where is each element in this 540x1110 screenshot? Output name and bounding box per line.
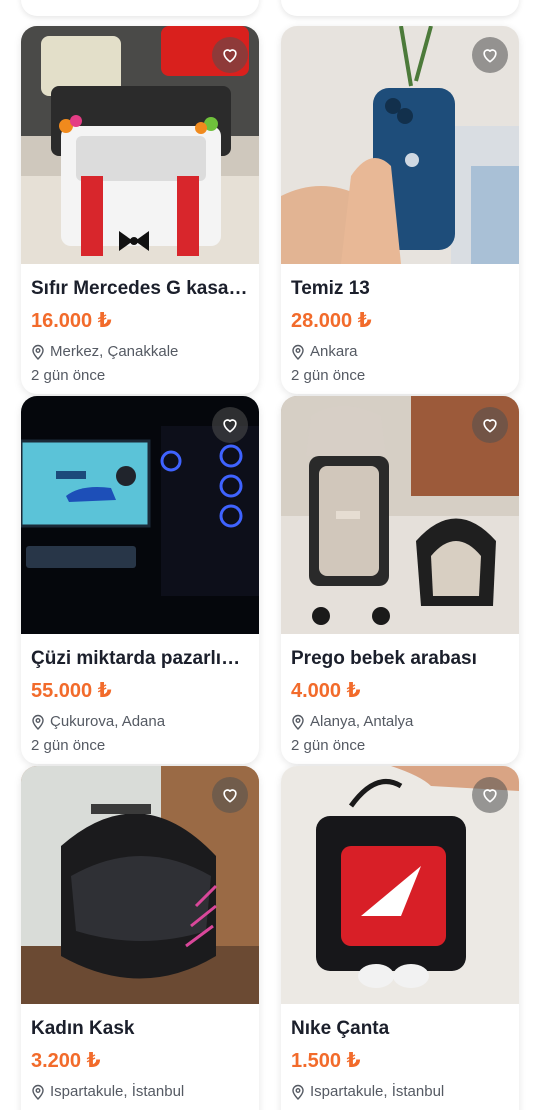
listing-location: Alanya, Antalya [291, 712, 509, 732]
favorite-button[interactable] [472, 37, 508, 73]
listing-location: Ispartakule, İstanbul [31, 1082, 249, 1102]
listing-price: 4.000 ₺ [291, 680, 361, 702]
listing-card[interactable]: Kadın Kask 3.200 ₺ Ispartakule, İstanbul [21, 766, 259, 1110]
listing-location: Çukurova, Adana [31, 712, 249, 732]
listing-card[interactable]: Nıke Çanta 1.500 ₺ Ispartakule, İstanbul [281, 766, 519, 1110]
map-pin-icon [292, 344, 304, 360]
listing-location: Ankara [291, 342, 509, 362]
heart-outline-icon [223, 789, 237, 803]
listing-grid: Sıfır Mercedes G kasa ... 16.000 ₺ Merke… [0, 0, 540, 1110]
heart-outline-icon [483, 49, 497, 63]
listing-price: 28.000 ₺ [291, 310, 372, 332]
listing-photo[interactable] [281, 396, 519, 634]
listing-photo[interactable] [21, 26, 259, 264]
previous-card-left[interactable] [21, 0, 259, 16]
location-text: Ispartakule, İstanbul [50, 1083, 185, 1100]
map-pin-icon [292, 714, 304, 730]
heart-outline-icon [223, 49, 237, 63]
location-text: Çukurova, Adana [50, 713, 166, 730]
listing-card[interactable]: Temiz 13 28.000 ₺ Ankara 2 gün önce [281, 26, 519, 394]
favorite-button[interactable] [212, 37, 248, 73]
posted-time: 2 gün önce [31, 367, 106, 384]
listing-location: Ispartakule, İstanbul [291, 1082, 509, 1102]
listing-price: 1.500 ₺ [291, 1050, 361, 1072]
favorite-button[interactable] [472, 777, 508, 813]
listing-title: Çüzi miktarda pazarlık ... [31, 648, 249, 669]
previous-card-right[interactable] [281, 0, 519, 16]
listing-photo[interactable] [21, 396, 259, 634]
location-text: Alanya, Antalya [310, 713, 414, 730]
posted-time: 2 gün önce [31, 737, 106, 754]
listing-price: 3.200 ₺ [31, 1050, 101, 1072]
listing-price: 55.000 ₺ [31, 680, 112, 702]
location-text: Merkez, Çanakkale [50, 343, 179, 360]
favorite-button[interactable] [472, 407, 508, 443]
listing-location: Merkez, Çanakkale [31, 342, 249, 362]
listing-title: Nıke Çanta [291, 1018, 390, 1039]
heart-outline-icon [483, 789, 497, 803]
listing-title: Sıfır Mercedes G kasa ... [31, 278, 249, 299]
posted-time: 2 gün önce [291, 737, 366, 754]
posted-time: 2 gün önce [291, 367, 366, 384]
heart-outline-icon [223, 419, 237, 433]
map-pin-icon [32, 344, 44, 360]
listing-title: Prego bebek arabası [291, 648, 477, 669]
listing-photo[interactable] [281, 26, 519, 264]
listing-card[interactable]: Çüzi miktarda pazarlık ... 55.000 ₺ Çuku… [21, 396, 259, 764]
favorite-button[interactable] [212, 407, 248, 443]
favorite-button[interactable] [212, 777, 248, 813]
map-pin-icon [32, 1084, 44, 1100]
heart-outline-icon [483, 419, 497, 433]
listing-photo[interactable] [281, 766, 519, 1004]
map-pin-icon [32, 714, 44, 730]
map-pin-icon [292, 1084, 304, 1100]
listing-title: Kadın Kask [31, 1018, 135, 1039]
location-text: Ispartakule, İstanbul [310, 1083, 445, 1100]
listing-price: 16.000 ₺ [31, 310, 112, 332]
listing-card[interactable]: Sıfır Mercedes G kasa ... 16.000 ₺ Merke… [21, 26, 259, 394]
listing-photo[interactable] [21, 766, 259, 1004]
listing-card[interactable]: Prego bebek arabası 4.000 ₺ Alanya, Anta… [281, 396, 519, 764]
location-text: Ankara [310, 343, 358, 360]
listing-title: Temiz 13 [291, 278, 370, 299]
